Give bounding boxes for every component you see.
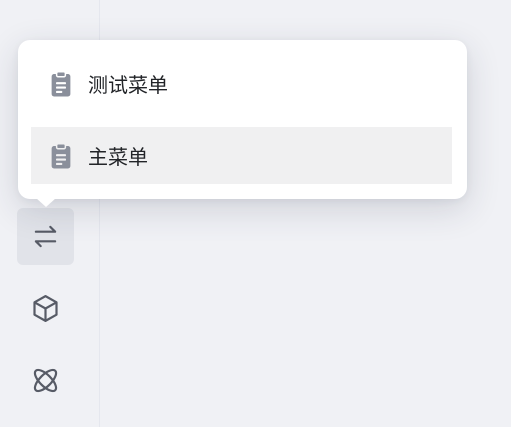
menu-item-test-menu[interactable]: 测试菜单 bbox=[31, 55, 452, 112]
arrows-right-left-icon bbox=[34, 225, 57, 248]
menu-item-main-menu[interactable]: 主菜单 bbox=[31, 127, 452, 184]
cube-icon bbox=[33, 295, 58, 322]
sidebar-button-switch[interactable] bbox=[17, 208, 74, 265]
popup-arrow bbox=[36, 198, 56, 207]
sidebar-button-atom[interactable] bbox=[17, 352, 74, 409]
sidebar-button-cube[interactable] bbox=[17, 280, 74, 337]
menu-item-label: 主菜单 bbox=[88, 145, 148, 169]
atom-icon bbox=[33, 368, 58, 393]
popup-menu: 测试菜单 主菜单 bbox=[18, 40, 467, 199]
menu-item-label: 测试菜单 bbox=[88, 73, 168, 97]
clipboard-list-icon bbox=[46, 69, 76, 99]
clipboard-list-icon bbox=[46, 141, 76, 171]
